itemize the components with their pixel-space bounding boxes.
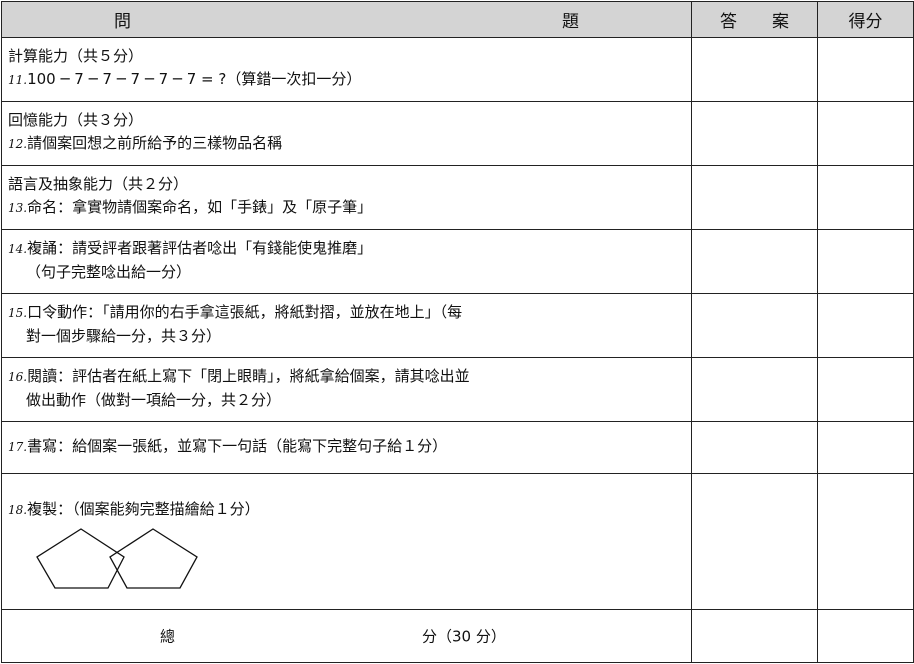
question-text: 書寫：給個案一張紙，並寫下一句話（能寫下完整句子給１分） <box>27 437 448 455</box>
question-cell: 語言及抽象能力（共２分） 13.命名：拿實物請個案命名，如「手錶」及「原子筆」 <box>1 165 692 230</box>
question-text-continued: （句子完整唸出給一分） <box>26 263 192 281</box>
total-label-right: 分（30 分） <box>422 627 506 646</box>
question-number: 17. <box>8 440 28 454</box>
table-row: 16.閱讀：評估者在紙上寫下「閉上眼睛」，將紙拿給個案，請其唸出並 做出動作（做… <box>1 357 914 422</box>
total-score-cell[interactable] <box>817 609 914 663</box>
total-answer-cell[interactable] <box>691 609 818 663</box>
section-title: 計算能力（共５分） <box>8 47 144 65</box>
table-row: 回憶能力（共３分） 12.請個案回想之前所給予的三樣物品名稱 <box>1 101 914 166</box>
question-text: 複誦：請受評者跟著評估者唸出「有錢能使鬼推磨」 <box>27 239 373 257</box>
question-number: 11. <box>8 73 28 87</box>
total-label-cell: 總 分（30 分） <box>1 609 692 663</box>
assessment-table: 問 題 答 案 得分 計算能力（共５分） 11.100 ─ 7 ─ 7 ─ 7 … <box>1 1 914 663</box>
question-cell: 17.書寫：給個案一張紙，並寫下一句話（能寫下完整句子給１分） <box>1 421 692 474</box>
answer-cell[interactable] <box>691 229 818 294</box>
question-cell: 計算能力（共５分） 11.100 ─ 7 ─ 7 ─ 7 ─ 7 ─ 7 = ?… <box>1 37 692 102</box>
question-text: 100 ─ 7 ─ 7 ─ 7 ─ 7 ─ 7 = ?（算錯一次扣一分） <box>27 70 362 88</box>
question-cell: 16.閱讀：評估者在紙上寫下「閉上眼睛」，將紙拿給個案，請其唸出並 做出動作（做… <box>1 357 692 422</box>
question-text: 口令動作：「請用你的右手拿這張紙，將紙對摺，並放在地上」（每 <box>27 303 463 321</box>
table-row: 14.複誦：請受評者跟著評估者唸出「有錢能使鬼推磨」 （句子完整唸出給一分） <box>1 229 914 294</box>
answer-cell[interactable] <box>691 293 818 358</box>
total-label-left: 總 <box>160 627 176 646</box>
score-cell[interactable] <box>817 101 914 166</box>
answer-cell[interactable] <box>691 357 818 422</box>
answer-cell[interactable] <box>691 37 818 102</box>
answer-cell[interactable] <box>691 473 818 610</box>
score-cell[interactable] <box>817 357 914 422</box>
answer-cell[interactable] <box>691 421 818 474</box>
question-text-continued: 做出動作（做對一項給一分，共２分） <box>26 391 282 409</box>
score-cell[interactable] <box>817 293 914 358</box>
question-cell: 14.複誦：請受評者跟著評估者唸出「有錢能使鬼推磨」 （句子完整唸出給一分） <box>1 229 692 294</box>
question-number: 12. <box>8 137 28 151</box>
question-cell: 15.口令動作：「請用你的右手拿這張紙，將紙對摺，並放在地上」（每 對一個步驟給… <box>1 293 692 358</box>
score-cell[interactable] <box>817 37 914 102</box>
score-cell[interactable] <box>817 421 914 474</box>
question-number: 18. <box>8 503 28 517</box>
overlapping-pentagons-figure <box>36 528 198 589</box>
section-title: 語言及抽象能力（共２分） <box>8 175 189 193</box>
question-cell: 回憶能力（共３分） 12.請個案回想之前所給予的三樣物品名稱 <box>1 101 692 166</box>
question-text: 請個案回想之前所給予的三樣物品名稱 <box>27 134 283 152</box>
table-row: 17.書寫：給個案一張紙，並寫下一句話（能寫下完整句子給１分） <box>1 421 914 474</box>
question-cell: 18.複製：（個案能夠完整描繪給１分） <box>1 473 692 610</box>
score-cell[interactable] <box>817 165 914 230</box>
question-number: 16. <box>8 370 28 384</box>
question-text: 複製：（個案能夠完整描繪給１分） <box>27 500 260 518</box>
score-cell[interactable] <box>817 473 914 610</box>
question-text: 閱讀：評估者在紙上寫下「閉上眼睛」，將紙拿給個案，請其唸出並 <box>27 367 470 385</box>
table-row: 15.口令動作：「請用你的右手拿這張紙，將紙對摺，並放在地上」（每 對一個步驟給… <box>1 293 914 358</box>
table-row: 語言及抽象能力（共２分） 13.命名：拿實物請個案命名，如「手錶」及「原子筆」 <box>1 165 914 230</box>
score-header: 得分 <box>817 1 914 38</box>
table-row: 計算能力（共５分） 11.100 ─ 7 ─ 7 ─ 7 ─ 7 ─ 7 = ?… <box>1 37 914 102</box>
question-header: 問 題 <box>1 1 692 38</box>
section-title: 回憶能力（共３分） <box>8 111 144 129</box>
answer-cell[interactable] <box>691 101 818 166</box>
score-cell[interactable] <box>817 229 914 294</box>
answer-header: 答 案 <box>691 1 818 38</box>
question-number: 13. <box>8 201 28 215</box>
question-text: 命名：拿實物請個案命名，如「手錶」及「原子筆」 <box>27 198 373 216</box>
answer-cell[interactable] <box>691 165 818 230</box>
question-number: 15. <box>8 306 28 320</box>
question-text-continued: 對一個步驟給一分，共３分） <box>26 327 222 345</box>
total-row: 總 分（30 分） <box>1 609 914 663</box>
header-row: 問 題 答 案 得分 <box>1 1 914 38</box>
table-row: 18.複製：（個案能夠完整描繪給１分） <box>1 473 914 610</box>
question-number: 14. <box>8 242 28 256</box>
